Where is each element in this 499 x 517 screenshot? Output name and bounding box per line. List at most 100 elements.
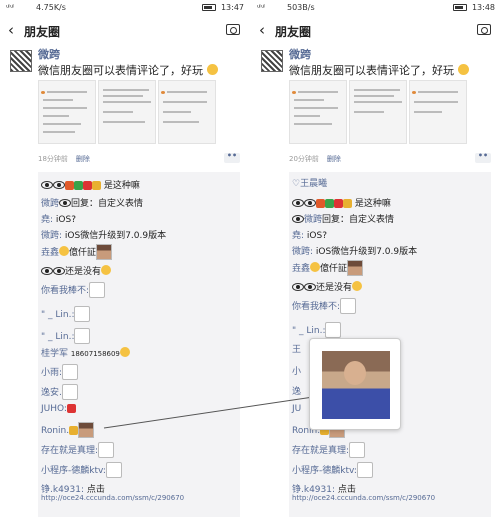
comment-row[interactable]: 微跨: iOS微信升级到7.0.9版本 — [292, 244, 417, 257]
comment-text: iOS? — [304, 231, 327, 241]
laugh-emoji-icon — [101, 265, 112, 275]
comment-text: iOS微信升级到7.0.9版本 — [62, 231, 167, 241]
commenter-name[interactable]: 微跨: — [292, 247, 313, 257]
comment-row[interactable]: " _ Lin.: — [292, 322, 342, 338]
commenter-name[interactable]: 你看我棒不: — [292, 302, 340, 312]
battery-icon — [453, 4, 467, 11]
commenter-name[interactable]: Ronin. — [41, 426, 69, 436]
comment-row[interactable]: " _ Lin.: — [41, 306, 91, 322]
page-title: 朋友圈 — [275, 25, 312, 39]
commenter-name[interactable]: 小雨: — [41, 368, 62, 378]
comment-row[interactable]: 你看我棒不: — [292, 298, 357, 314]
post-image-2[interactable] — [349, 80, 407, 144]
commenter-name[interactable]: JUHO: — [41, 404, 67, 414]
commenter-name[interactable]: 堯: — [292, 231, 304, 241]
comment-text: iOS微信升级到7.0.9版本 — [313, 247, 418, 257]
comment-row[interactable]: " _ Lin.: — [41, 328, 91, 344]
avatar[interactable] — [261, 50, 283, 72]
comment-row[interactable]: 小程序-德麟ktv: — [41, 462, 122, 478]
sticker-image — [347, 260, 364, 276]
comment-row[interactable]: 逸 — [292, 384, 301, 397]
post-image-1[interactable] — [38, 80, 96, 144]
commenter-name[interactable]: 存在就是真理: — [292, 446, 349, 456]
commenter-name[interactable]: 存在就是真理: — [41, 446, 98, 456]
comment-row[interactable]: JU — [292, 404, 301, 414]
post-image-3[interactable] — [409, 80, 467, 144]
commenter-name[interactable]: 逸 — [292, 387, 301, 397]
delete-link[interactable]: 删除 — [76, 155, 90, 163]
comment-row[interactable]: 你看我棒不: — [41, 282, 106, 298]
back-icon[interactable]: ‹ — [8, 21, 14, 39]
comment-row[interactable]: 还是没有 — [41, 264, 112, 277]
camera-icon[interactable] — [226, 24, 240, 35]
comment-row[interactable]: 垚鑫 億仟証 — [41, 244, 113, 260]
post-text-content: 微信朋友圈可以表情评论了，好玩 — [38, 64, 203, 77]
sticker-image — [61, 384, 78, 400]
post-image-3[interactable] — [158, 80, 216, 144]
medal-icon — [69, 426, 79, 435]
comment-row[interactable]: 王 — [292, 342, 301, 355]
comment-row[interactable]: 还是没有 — [292, 280, 363, 293]
comment-row[interactable]: 垚鑫 億仟証 — [292, 260, 364, 276]
comment-row[interactable]: 小雨: — [41, 364, 79, 380]
comment-row[interactable]: 微跨回复：自定义表情 — [292, 212, 394, 225]
left-screenshot: ᵘˡ ᵘˡ 4.75K/s 13:47 ‹ 朋友圈 微跨 微信朋友圈可以表情评论… — [4, 0, 246, 517]
commenter-name[interactable]: " _ Lin.: — [41, 332, 74, 342]
commenter-name[interactable]: 小程序-德麟ktv: — [41, 466, 106, 476]
comment-row[interactable]: 微跨: iOS微信升级到7.0.9版本 — [41, 228, 166, 241]
comment-row[interactable]: 小程序-德麟ktv: — [292, 462, 373, 478]
commenter-name[interactable]: 微跨 — [41, 199, 59, 209]
commenter-name[interactable]: 小程序-德麟ktv: — [292, 466, 357, 476]
comment-row[interactable]: Ronin. — [41, 422, 95, 438]
avatar[interactable] — [10, 50, 32, 72]
commenter-name[interactable]: 桂学军 — [41, 349, 68, 359]
sticker-icon — [334, 199, 343, 208]
sticker-image — [74, 328, 91, 344]
comment-link[interactable]: http://oce24.cccunda.com/ssm/c/290670 — [41, 494, 184, 502]
comment-row[interactable]: 桂学军 18607158609 — [41, 346, 130, 359]
commenter-name[interactable]: " _ Lin.: — [41, 310, 74, 320]
post-author[interactable]: 微跨 — [289, 46, 311, 62]
post-image-2[interactable] — [98, 80, 156, 144]
post-author[interactable]: 微跨 — [38, 46, 60, 62]
clock: 13:47 — [220, 3, 244, 12]
camera-icon[interactable] — [477, 24, 491, 35]
eyes-icon — [292, 215, 304, 223]
likes-row[interactable]: ♡王晨曦 — [292, 176, 327, 189]
comment-row[interactable]: 堯: iOS? — [41, 212, 76, 225]
eyes-icon — [59, 199, 72, 207]
more-button[interactable]: •• — [475, 152, 491, 163]
sticker-icon — [343, 199, 352, 208]
more-button[interactable]: •• — [224, 152, 240, 163]
comment-row[interactable]: 逸安. — [41, 384, 78, 400]
comment-row[interactable]: 是这种嘛 — [41, 178, 140, 191]
post-text: 微信朋友圈可以表情评论了，好玩 — [38, 62, 218, 78]
commenter-name[interactable]: 堯: — [41, 215, 53, 225]
sticker-preview-popup[interactable] — [309, 338, 401, 430]
commenter-name[interactable]: 小 — [292, 367, 301, 377]
comment-link[interactable]: http://oce24.cccunda.com/ssm/c/290670 — [292, 494, 435, 502]
post-time: 20分钟前 — [289, 155, 319, 163]
comment-row[interactable]: JUHO: — [41, 404, 76, 414]
commenter-name[interactable]: 微跨: — [41, 231, 62, 241]
commenter-name[interactable]: 微跨 — [304, 215, 322, 225]
comment-row[interactable]: 小 — [292, 364, 301, 377]
comment-row[interactable]: 是这种嘛 — [292, 196, 391, 209]
comment-row[interactable]: 堯: iOS? — [292, 228, 327, 241]
nav-bar: ‹ 朋友圈 — [4, 18, 246, 44]
post-image-1[interactable] — [289, 80, 347, 144]
liker-name[interactable]: 王晨曦 — [300, 179, 327, 189]
commenter-name[interactable]: 逸安. — [41, 388, 62, 398]
commenter-name[interactable]: " _ Lin.: — [292, 326, 325, 336]
back-icon[interactable]: ‹ — [259, 21, 265, 39]
commenter-name[interactable]: JU — [292, 404, 301, 414]
commenter-name[interactable]: 垚鑫 — [41, 248, 59, 258]
commenter-name[interactable]: 王 — [292, 345, 301, 355]
comment-row[interactable]: 存在就是真理: — [41, 442, 115, 458]
comment-row[interactable]: 存在就是真理: — [292, 442, 366, 458]
sticker-image — [349, 442, 366, 458]
delete-link[interactable]: 删除 — [327, 155, 341, 163]
commenter-name[interactable]: 你看我棒不: — [41, 286, 89, 296]
comment-row[interactable]: 微跨回复：自定义表情 — [41, 196, 143, 209]
commenter-name[interactable]: 垚鑫 — [292, 264, 310, 274]
